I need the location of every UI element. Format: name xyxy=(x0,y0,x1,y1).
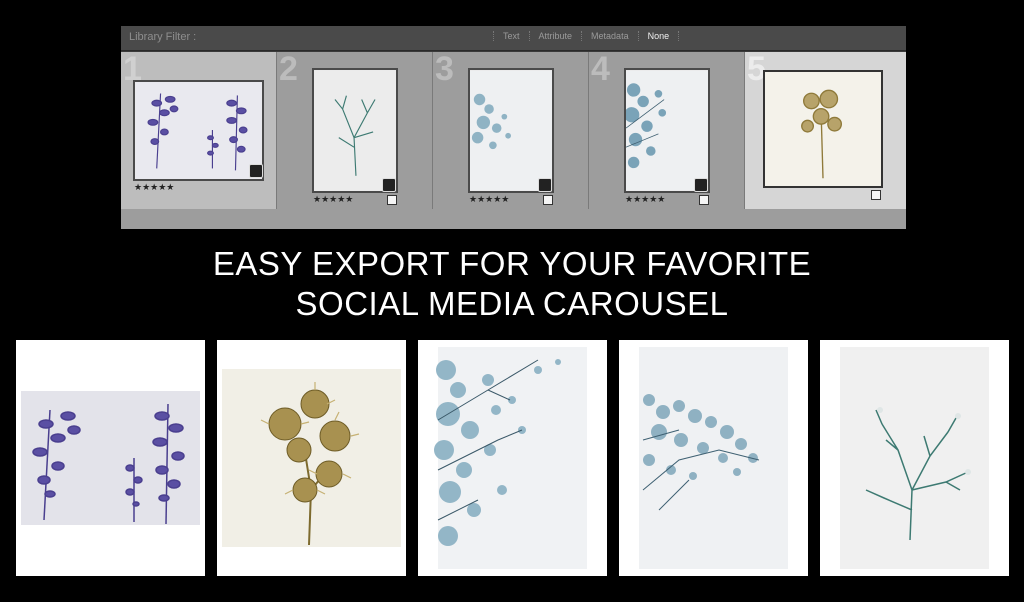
thumbnail-frost-left[interactable] xyxy=(468,68,554,193)
export-badge-icon xyxy=(249,164,263,178)
thumbnail-frost-dense[interactable] xyxy=(624,68,710,193)
thumbnail-lavender-wide[interactable] xyxy=(133,80,264,181)
star-rating[interactable]: ★★★★★ xyxy=(134,182,174,193)
gold-thistle-photo xyxy=(222,369,401,547)
grid-cell-3[interactable]: 3 ★★★★★ xyxy=(433,52,589,209)
frost-branch-photo-1 xyxy=(434,347,587,569)
library-panel: Library Filter : Text Attribute Metadata… xyxy=(121,26,906,229)
library-filter-bar: Library Filter : Text Attribute Metadata… xyxy=(121,26,906,51)
grid-cell-5[interactable]: 5 xyxy=(745,52,906,209)
library-filter-title: Library Filter : xyxy=(129,31,197,43)
filter-tab-none[interactable]: None xyxy=(637,31,680,41)
filter-tab-metadata[interactable]: Metadata xyxy=(581,31,638,41)
grid-bottom-strip xyxy=(121,209,906,229)
carousel-card-2 xyxy=(217,340,406,576)
pick-checkbox[interactable] xyxy=(871,190,881,200)
headline-line-2: SOCIAL MEDIA CAROUSEL xyxy=(295,285,729,322)
cell-index: 2 xyxy=(279,52,298,88)
pick-checkbox[interactable] xyxy=(699,195,709,205)
frost-branch-photo-2 xyxy=(639,347,788,569)
filter-tab-attribute[interactable]: Attribute xyxy=(528,31,582,41)
star-rating[interactable]: ★★★★★ xyxy=(313,194,353,205)
export-badge-icon xyxy=(538,178,552,192)
pick-checkbox[interactable] xyxy=(387,195,397,205)
export-badge-icon xyxy=(382,178,396,192)
carousel-card-3 xyxy=(418,340,607,576)
carousel-card-5 xyxy=(820,340,1009,576)
carousel-card-1 xyxy=(16,340,205,576)
cell-index: 3 xyxy=(435,52,454,88)
library-filter-tabs: Text Attribute Metadata None xyxy=(493,31,680,41)
thumbnail-gold-thistle[interactable] xyxy=(763,70,883,188)
cell-index: 4 xyxy=(591,52,610,88)
grid-cell-1[interactable]: 1 ★★★★★ xyxy=(121,52,277,209)
thumbnail-grid: 1 ★★★★★ 2 ★★★★★ 3 ★★★★★ 4 ★★★★★ 5 xyxy=(121,52,906,209)
pick-checkbox[interactable] xyxy=(543,195,553,205)
headline-line-1: EASY EXPORT FOR YOUR FAVORITE xyxy=(212,245,812,282)
star-rating[interactable]: ★★★★★ xyxy=(469,194,509,205)
carousel-card-4 xyxy=(619,340,808,576)
headline: EASY EXPORT FOR YOUR FAVORITE SOCIAL MED… xyxy=(0,244,1024,324)
grid-cell-4[interactable]: 4 ★★★★★ xyxy=(589,52,745,209)
thumbnail-teal-branch[interactable] xyxy=(312,68,398,193)
lavender-photo xyxy=(21,391,200,525)
star-rating[interactable]: ★★★★★ xyxy=(625,194,665,205)
export-badge-icon xyxy=(694,178,708,192)
filter-tab-text[interactable]: Text xyxy=(493,31,529,41)
grid-cell-2[interactable]: 2 ★★★★★ xyxy=(277,52,433,209)
teal-branch-photo xyxy=(840,347,989,569)
